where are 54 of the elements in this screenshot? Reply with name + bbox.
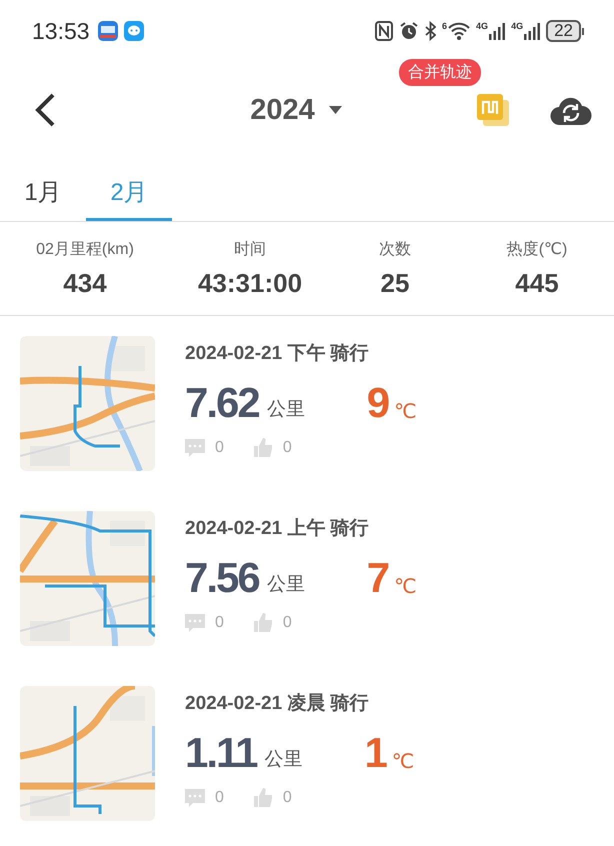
stat-label: 02月里程(km) <box>36 240 134 260</box>
comment-icon[interactable] <box>185 788 205 806</box>
ride-title: 2024-02-21 上午 骑行 <box>185 517 370 541</box>
stat-label: 次数 <box>379 240 411 260</box>
temperature-unit: ℃ <box>394 400 417 424</box>
distance-value: 1.11 <box>185 732 256 774</box>
temperature-value: 9 <box>366 382 390 424</box>
network-label: 4G <box>511 22 524 31</box>
stat-value: 25 <box>380 268 410 298</box>
comment-icon[interactable] <box>185 614 205 632</box>
signal-icon <box>489 22 506 40</box>
network-label: 4G <box>476 22 488 31</box>
temperature-unit: ℃ <box>392 750 414 774</box>
ride-title: 2024-02-21 凌晨 骑行 <box>185 692 370 716</box>
thumbs-up-icon[interactable] <box>254 438 273 457</box>
comment-count: 0 <box>215 614 224 632</box>
nfc-icon <box>375 21 394 41</box>
stat-value: 43:31:00 <box>198 268 302 298</box>
thumbs-up-icon[interactable] <box>254 788 273 807</box>
like-count: 0 <box>282 438 292 456</box>
alarm-icon <box>399 21 420 41</box>
chat-app-icon <box>124 21 144 41</box>
year-selector[interactable]: 2024 <box>250 94 315 126</box>
temperature-value: 1 <box>364 732 388 774</box>
app-notification-icon <box>98 21 118 41</box>
distance-value: 7.62 <box>185 382 259 424</box>
distance-unit: 公里 <box>266 398 306 422</box>
distance-unit: 公里 <box>266 573 306 597</box>
stat-label: 热度(℃) <box>506 240 568 260</box>
month-tab[interactable]: 1月 <box>0 158 86 221</box>
stat-value: 434 <box>63 268 107 298</box>
wifi-icon <box>448 22 470 40</box>
distance-value: 7.56 <box>185 557 259 599</box>
clock-time: 13:53 <box>32 18 90 44</box>
comment-count: 0 <box>215 788 224 806</box>
bluetooth-icon <box>425 21 436 41</box>
stat-label: 时间 <box>234 240 266 260</box>
like-count: 0 <box>282 614 292 632</box>
distance-unit: 公里 <box>264 748 304 772</box>
battery-level: 22 <box>546 20 581 42</box>
comment-count: 0 <box>215 438 224 456</box>
merge-tracks-icon[interactable] <box>476 93 510 127</box>
signal-icon <box>524 22 540 40</box>
temperature-value: 7 <box>366 557 390 599</box>
thumbs-up-icon[interactable] <box>254 613 273 632</box>
stat-value: 445 <box>515 268 559 298</box>
ride-title: 2024-02-21 下午 骑行 <box>185 342 370 366</box>
comment-icon[interactable] <box>185 438 205 456</box>
temperature-unit: ℃ <box>394 575 417 599</box>
dropdown-caret-icon[interactable] <box>328 106 342 114</box>
back-icon[interactable] <box>34 93 56 127</box>
wifi-label: 6 <box>442 22 448 31</box>
merge-tracks-badge: 合并轨迹 <box>399 59 481 86</box>
like-count: 0 <box>282 788 292 806</box>
